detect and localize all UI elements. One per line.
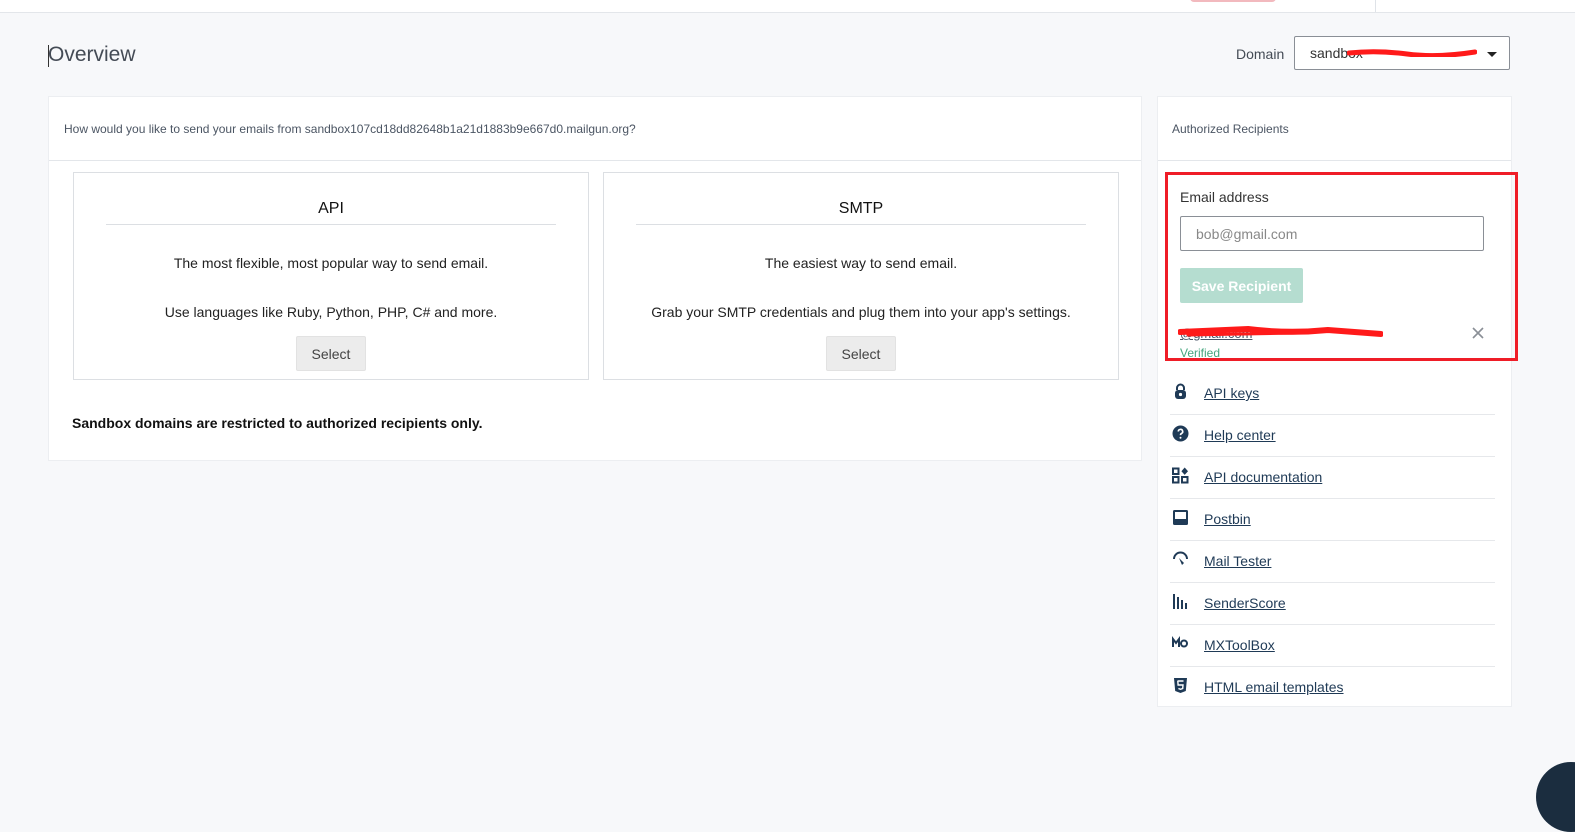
lock-icon: [1175, 383, 1186, 399]
link-item-api-keys: API keys: [1170, 373, 1495, 415]
option-api-description: The most flexible, most popular way to s…: [173, 255, 489, 271]
link-item-mxtoolbox: MXToolBox: [1170, 625, 1495, 667]
html5-icon: [1174, 678, 1187, 693]
select-api-button[interactable]: Select: [296, 336, 366, 371]
chevron-down-icon: [1487, 52, 1497, 57]
link-item-html-email-templates: HTML email templates: [1170, 667, 1495, 709]
link-help-center[interactable]: Help center: [1204, 427, 1276, 443]
option-api-title: API: [106, 200, 556, 225]
question-circle-icon: [1172, 425, 1189, 442]
mx-icon: [1172, 636, 1188, 648]
redaction-scribble-domain: [1347, 49, 1477, 57]
link-postbin[interactable]: Postbin: [1204, 511, 1251, 527]
widgets-icon: [1172, 467, 1189, 484]
divider: [49, 160, 1141, 161]
send-method-card: How would you like to send your emails f…: [48, 96, 1142, 461]
authorized-recipients-heading: Authorized Recipients: [1172, 122, 1289, 136]
page-title: Overview: [48, 43, 136, 66]
link-html-email-templates[interactable]: HTML email templates: [1204, 679, 1344, 695]
link-item-help-center: Help center: [1170, 415, 1495, 457]
link-api-documentation[interactable]: API documentation: [1204, 469, 1322, 485]
link-item-postbin: Postbin: [1170, 499, 1495, 541]
divider: [1158, 160, 1511, 161]
link-mxtoolbox[interactable]: MXToolBox: [1204, 637, 1275, 653]
send-method-question: How would you like to send your emails f…: [64, 122, 636, 136]
inbox-icon: [1173, 510, 1188, 525]
option-api-languages: Use languages like Ruby, Python, PHP, C#…: [164, 304, 498, 320]
text-cursor: [48, 45, 49, 67]
link-mail-tester[interactable]: Mail Tester: [1204, 553, 1271, 569]
domain-label: Domain: [1236, 46, 1285, 62]
select-smtp-button[interactable]: Select: [826, 336, 896, 371]
email-address-label: Email address: [1180, 189, 1269, 205]
bar-chart-icon: [1173, 594, 1187, 609]
top-bar: [0, 0, 1575, 13]
link-item-mail-tester: Mail Tester: [1170, 541, 1495, 583]
domain-select-value: sandbox: [1310, 45, 1363, 61]
recipient-email[interactable]: @gmail.com: [1180, 326, 1252, 341]
gauge-icon: [1173, 551, 1188, 565]
option-smtp-credentials: Grab your SMTP credentials and plug them…: [651, 304, 1071, 320]
save-recipient-button[interactable]: Save Recipient: [1180, 268, 1303, 303]
domain-select[interactable]: sandbox: [1294, 36, 1510, 70]
resource-links: API keys Help center API documentation P…: [1170, 373, 1495, 709]
option-smtp-title: SMTP: [636, 200, 1086, 225]
link-senderscore[interactable]: SenderScore: [1204, 595, 1286, 611]
option-smtp: SMTP The easiest way to send email. Grab…: [603, 172, 1119, 380]
top-bar-divider: [1375, 0, 1376, 12]
link-item-senderscore: SenderScore: [1170, 583, 1495, 625]
top-bar-notification-pill[interactable]: [1190, 0, 1276, 2]
close-icon[interactable]: [1470, 325, 1486, 341]
link-api-keys[interactable]: API keys: [1204, 385, 1259, 401]
recipient-verified-status: Verified: [1180, 346, 1221, 360]
link-item-api-documentation: API documentation: [1170, 457, 1495, 499]
email-address-input[interactable]: [1180, 216, 1484, 251]
option-smtp-description: The easiest way to send email.: [764, 255, 958, 271]
sandbox-restriction-note: Sandbox domains are restricted to author…: [72, 415, 483, 431]
chat-launcher-button[interactable]: [1536, 762, 1575, 832]
option-api: API The most flexible, most popular way …: [73, 172, 589, 380]
